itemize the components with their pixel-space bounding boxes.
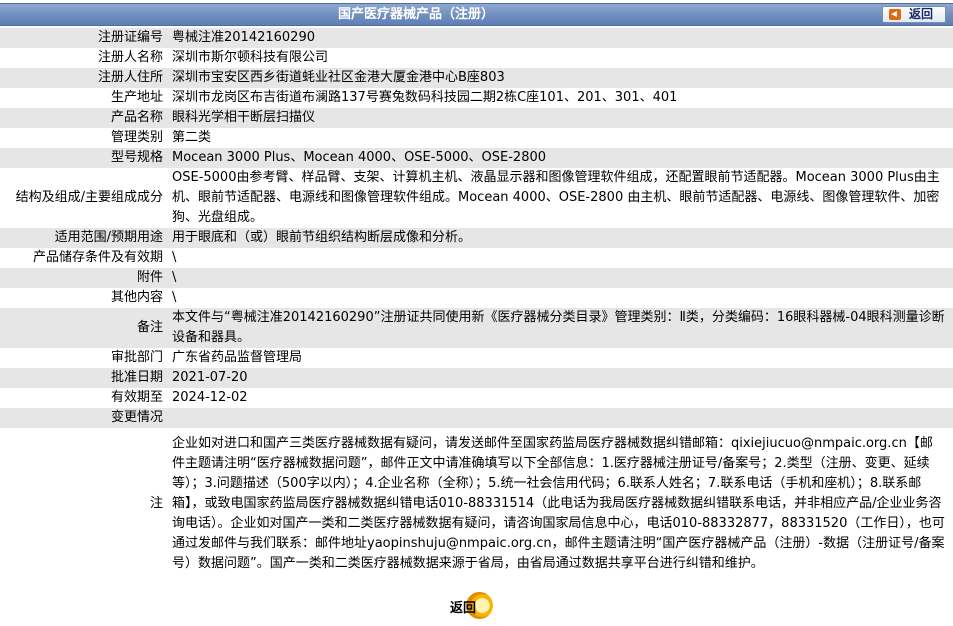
note-label: 注 [0, 434, 168, 574]
field-value: \ [168, 288, 953, 308]
field-label: 有效期至 [0, 388, 168, 408]
table-row: 附件 \ [0, 268, 953, 288]
back-button-bottom-label: 返回 [450, 601, 477, 616]
table-row: 适用范围/预期用途 用于眼底和（或）眼前节组织结构断层成像和分析。 [0, 228, 953, 248]
product-info-table: 注册证编号 粤械注准20142160290 注册人名称 深圳市斯尔顿科技有限公司 注册人… [0, 28, 953, 574]
field-value: 2024-12-02 [168, 388, 953, 408]
field-label: 型号规格 [0, 148, 168, 168]
field-label: 结构及组成/主要组成成分 [0, 168, 168, 228]
page-title: 国产医疗器械产品（注册） [337, 7, 494, 22]
field-value [168, 408, 953, 428]
field-label: 产品名称 [0, 108, 168, 128]
field-value: 粤械注准20142160290 [168, 28, 953, 48]
field-label: 适用范围/预期用途 [0, 228, 168, 248]
title-bar: 国产医疗器械产品（注册） 返回 [0, 3, 953, 26]
field-label: 附件 [0, 268, 168, 288]
table-row: 产品名称 眼科光学相干断层扫描仪 [0, 108, 953, 128]
table-row: 型号规格 Mocean 3000 Plus、Mocean 4000、OSE-500… [0, 148, 953, 168]
table-row: 审批部门 广东省药品监督管理局 [0, 348, 953, 368]
field-value: 第二类 [168, 128, 953, 148]
table-row: 变更情况 [0, 408, 953, 428]
table-row: 备注 本文件与“粤械注准20142160290”注册证共同使用新《医疗器械分类目录… [0, 308, 953, 348]
page: 国产医疗器械产品（注册） 返回 注册证编号 粤械注准20142160290 注册人名… [0, 0, 953, 626]
note-row: 注企业如对进口和国产三类医疗器械数据有疑问，请发送邮件至国家药监局医疗器械数据纠… [0, 434, 953, 574]
field-value: OSE-5000由参考臂、样品臂、支架、计算机主机、液晶显示器和图像管理软件组成… [168, 168, 953, 228]
table-row: 注册人住所 深圳市宝安区西乡街道蚝业社区金港大厦金港中心B座803 [0, 68, 953, 88]
back-arrow-icon [889, 9, 901, 20]
field-label: 审批部门 [0, 348, 168, 368]
field-value: 深圳市龙岗区布吉街道布澜路137号赛兔数码科技园二期2栋C座101、201、30… [168, 88, 953, 108]
table-row: 批准日期 2021-07-20 [0, 368, 953, 388]
field-label: 注册人住所 [0, 68, 168, 88]
back-button-label: 返回 [909, 7, 934, 21]
table-row: 产品储存条件及有效期 \ [0, 248, 953, 268]
field-label: 批准日期 [0, 368, 168, 388]
field-value: Mocean 3000 Plus、Mocean 4000、OSE-5000、OS… [168, 148, 953, 168]
back-button-bottom[interactable]: 返回 [448, 592, 496, 619]
field-label: 变更情况 [0, 408, 168, 428]
field-value: 本文件与“粤械注准20142160290”注册证共同使用新《医疗器械分类目录》管… [168, 308, 953, 348]
field-value: \ [168, 248, 953, 268]
field-label: 备注 [0, 308, 168, 348]
table-row: 结构及组成/主要组成成分 OSE-5000由参考臂、样品臂、支架、计算机主机、液晶… [0, 168, 953, 228]
field-value: 用于眼底和（或）眼前节组织结构断层成像和分析。 [168, 228, 953, 248]
table-row: 有效期至 2024-12-02 [0, 388, 953, 408]
field-value: 眼科光学相干断层扫描仪 [168, 108, 953, 128]
field-value: 深圳市宝安区西乡街道蚝业社区金港大厦金港中心B座803 [168, 68, 953, 88]
field-label: 其他内容 [0, 288, 168, 308]
field-label: 注册证编号 [0, 28, 168, 48]
field-label: 产品储存条件及有效期 [0, 248, 168, 268]
table-row: 管理类别 第二类 [0, 128, 953, 148]
back-button-top[interactable]: 返回 [882, 6, 946, 23]
field-value: 深圳市斯尔顿科技有限公司 [168, 48, 953, 68]
table-row: 生产地址 深圳市龙岗区布吉街道布澜路137号赛兔数码科技园二期2栋C座101、20… [0, 88, 953, 108]
field-label: 生产地址 [0, 88, 168, 108]
table-row: 注册证编号 粤械注准20142160290 [0, 28, 953, 48]
table-row: 其他内容 \ [0, 288, 953, 308]
field-value: 广东省药品监督管理局 [168, 348, 953, 368]
field-label: 管理类别 [0, 128, 168, 148]
field-value: \ [168, 268, 953, 288]
table-row: 注册人名称 深圳市斯尔顿科技有限公司 [0, 48, 953, 68]
note-text: 企业如对进口和国产三类医疗器械数据有疑问，请发送邮件至国家药监局医疗器械数据纠错… [168, 434, 953, 574]
field-label: 注册人名称 [0, 48, 168, 68]
field-value: 2021-07-20 [168, 368, 953, 388]
